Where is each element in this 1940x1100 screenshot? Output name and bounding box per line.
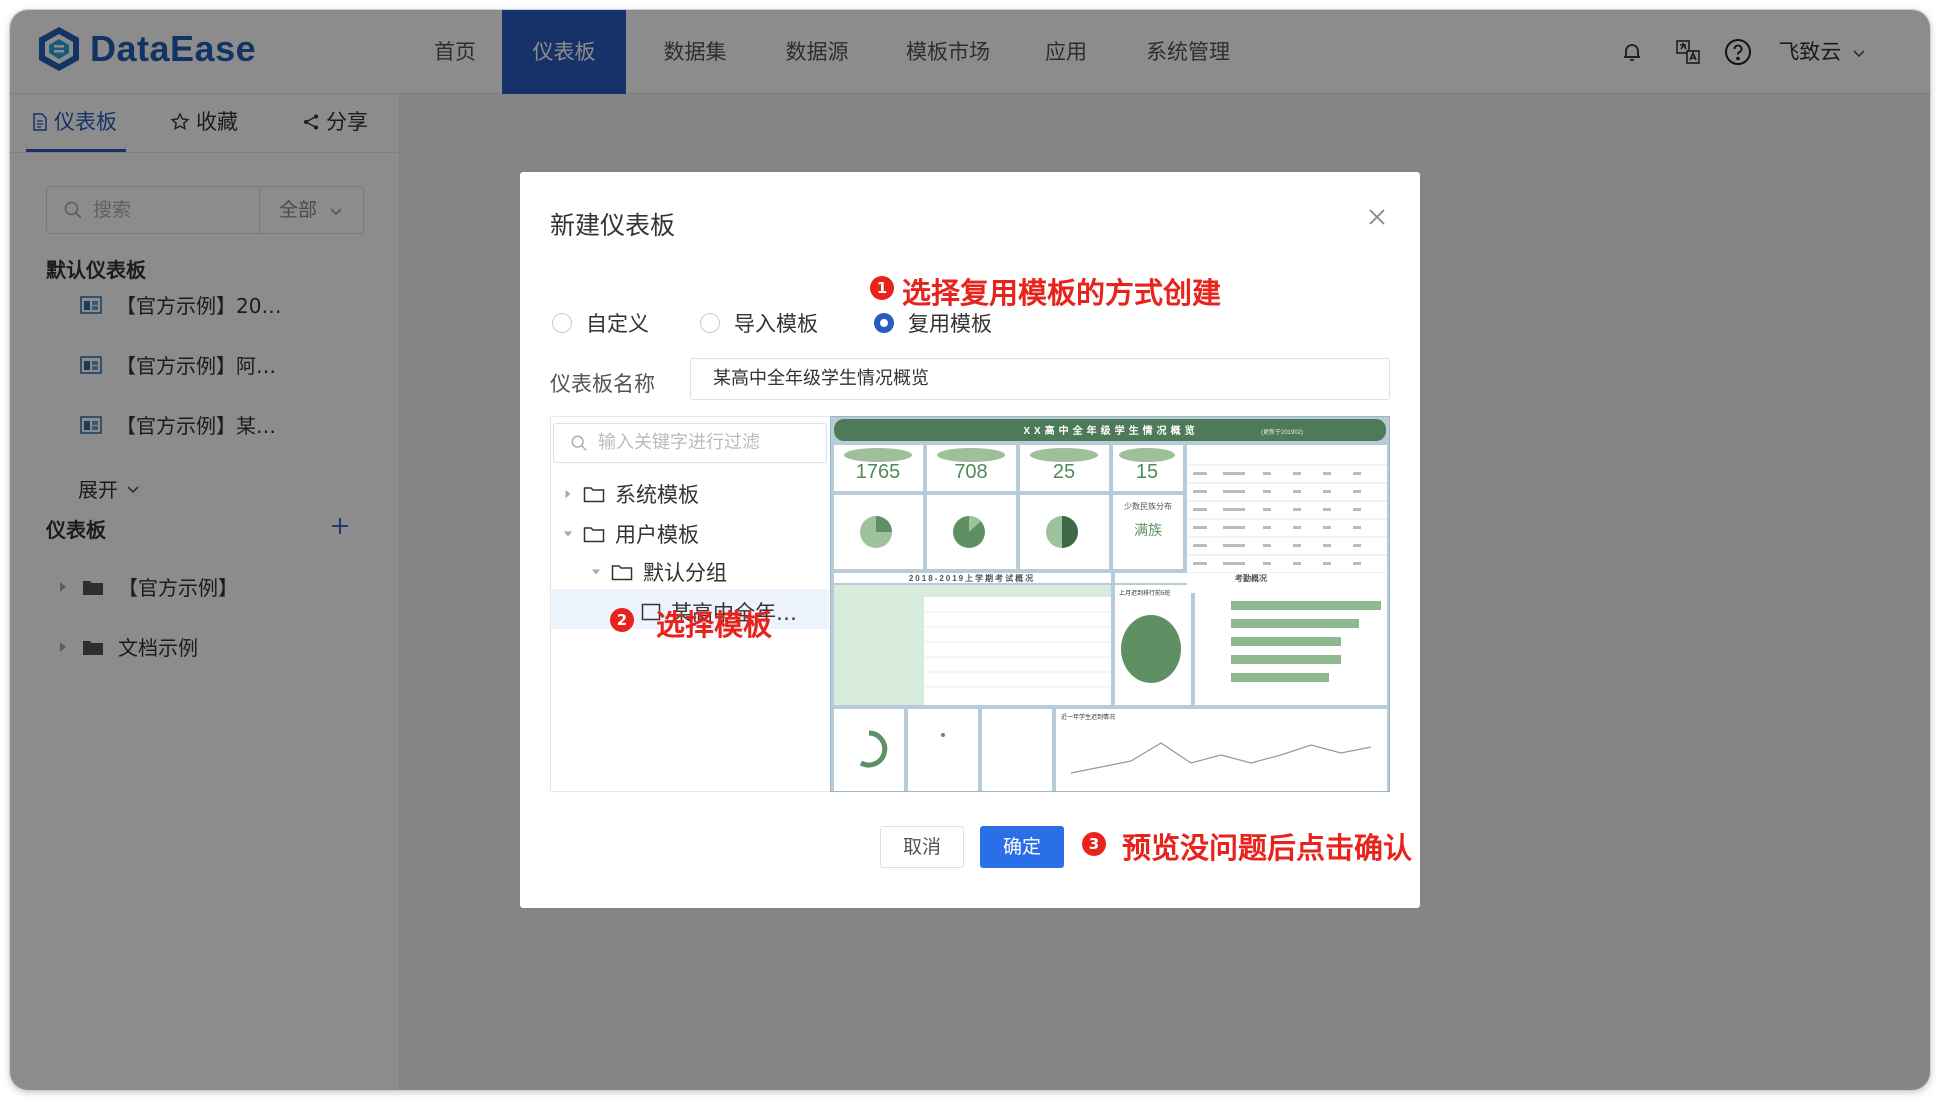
dashboard-name-label: 仪表板名称 — [550, 372, 655, 396]
template-preview: XX高中全年级学生情况概览 (更新于201902) 1765 708 25 15… — [830, 416, 1390, 792]
dialog-title: 新建仪表板 — [550, 211, 676, 240]
preview-pie-caption: 上月迟到排行前5班 — [1119, 589, 1170, 597]
tree-node-label: 默认分组 — [643, 561, 727, 585]
radio-reuse-label: 复用模板 — [908, 312, 992, 336]
radio-import-template[interactable]: 导入模板 — [700, 308, 818, 338]
annotation-step2-number: 2 — [610, 608, 634, 632]
dashboard-name-input[interactable]: 某高中全年级学生情况概览 — [690, 358, 1390, 400]
tree-node-label: 用户模板 — [615, 523, 699, 547]
app-window: DataEase 首页 仪表板 数据集 数据源 模板市场 应用 系统管理 飞致云… — [10, 10, 1930, 1090]
tree-filter-input[interactable]: 输入关键字进行过滤 — [553, 423, 827, 463]
folder-outline-icon — [583, 487, 605, 503]
radio-custom[interactable]: 自定义 — [552, 308, 649, 338]
preview-minority-value: 满族 — [1134, 522, 1162, 538]
annotation-step2: 选择模板 — [656, 608, 773, 642]
caret-down-icon — [563, 531, 573, 537]
radio-indicator-checked — [874, 313, 894, 333]
folder-outline-icon — [611, 565, 633, 581]
preview-kpi-value: 25 — [1053, 461, 1075, 483]
preview-title: XX高中全年级学生情况概览 — [1023, 424, 1198, 437]
radio-reuse-template[interactable]: 复用模板 — [874, 308, 992, 338]
annotation-step1-number: 1 — [870, 276, 894, 300]
cancel-button[interactable]: 取消 — [880, 826, 964, 868]
radio-custom-label: 自定义 — [586, 312, 649, 336]
template-preview-image: XX高中全年级学生情况概览 (更新于201902) 1765 708 25 15… — [831, 417, 1389, 791]
annotation-step3: 预览没问题后点击确认 — [1122, 831, 1413, 865]
confirm-button[interactable]: 确定 — [980, 826, 1064, 868]
preview-kpi-value: 15 — [1136, 461, 1158, 483]
tree-node-default-group[interactable]: 默认分组 — [591, 557, 727, 587]
preview-minority-label: 少数民族分布 — [1124, 501, 1172, 511]
radio-import-label: 导入模板 — [734, 312, 818, 336]
tree-node-label: 系统模板 — [615, 483, 699, 507]
tree-filter-placeholder: 输入关键字进行过滤 — [598, 432, 760, 453]
preview-kpi-value: 708 — [954, 461, 987, 483]
preview-title-suffix: (更新于201902) — [1261, 428, 1303, 436]
annotation-step3-number: 3 — [1082, 832, 1106, 856]
folder-outline-icon — [583, 527, 605, 543]
preview-line-caption: 近一年学生迟到情况 — [1061, 713, 1115, 721]
annotation-step1: 选择复用模板的方式创建 — [902, 276, 1222, 310]
preview-section-right: 考勤概况 — [1235, 573, 1267, 583]
preview-section-left: 2018-2019上学期考试概况 — [909, 573, 1035, 583]
caret-right-icon — [565, 489, 571, 499]
search-icon — [571, 435, 587, 451]
radio-indicator — [552, 313, 572, 333]
tree-node-user-templates[interactable]: 用户模板 — [563, 519, 699, 549]
radio-indicator — [700, 313, 720, 333]
close-icon[interactable] — [1364, 204, 1390, 230]
caret-down-icon — [591, 569, 601, 575]
preview-kpi-value: 1765 — [856, 461, 901, 483]
tree-node-system-templates[interactable]: 系统模板 — [563, 479, 699, 509]
